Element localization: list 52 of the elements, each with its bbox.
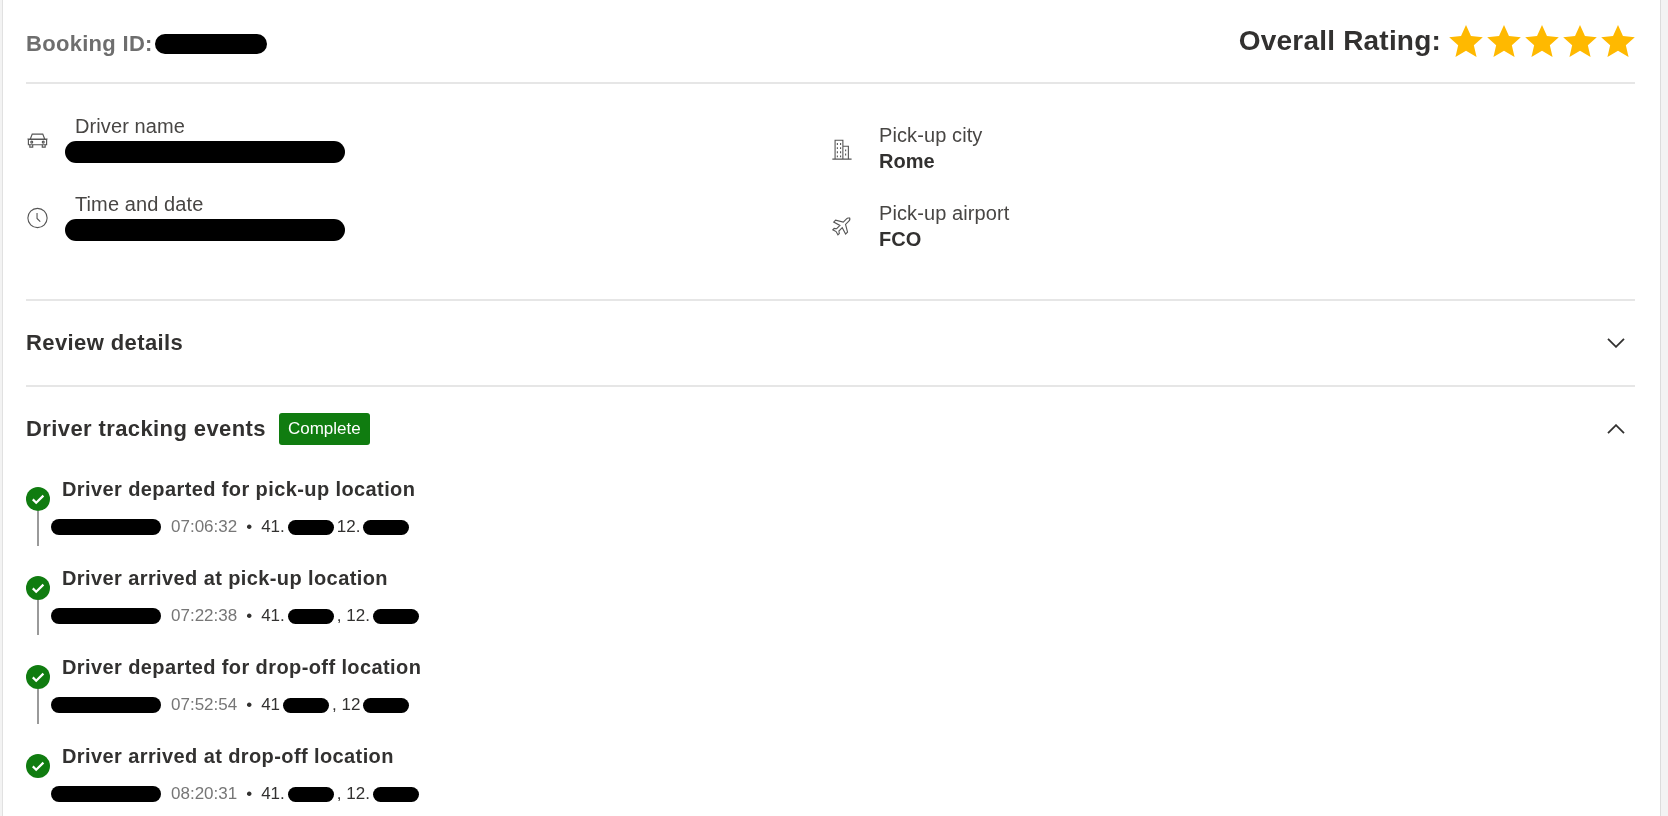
event-time: 07:22:38 [171, 605, 238, 627]
timeline-connector [37, 600, 39, 635]
event-title: Driver departed for pick-up location [62, 477, 416, 502]
separator-dot: • [246, 605, 253, 627]
redaction-mark [363, 697, 410, 713]
detail-label: Time and date [75, 192, 204, 216]
coordinate-text: 41 [261, 694, 281, 716]
separator-dot: • [246, 783, 253, 805]
buildings-icon [830, 138, 853, 160]
star-icon [1563, 25, 1597, 57]
detail-label: Pick-up city [879, 123, 983, 147]
redaction-mark [287, 608, 334, 624]
chevron-down-icon[interactable] [1607, 338, 1625, 348]
star-icon [1601, 25, 1635, 57]
booking-id-label: Booking ID: [26, 30, 153, 58]
section-title: Review details [26, 329, 184, 357]
star-icon [1449, 25, 1483, 57]
detail-value: Rome [879, 149, 935, 174]
section-title: Driver tracking events [26, 415, 266, 443]
timeline-connector [37, 689, 39, 724]
redaction-mark [372, 786, 419, 802]
redaction-mark [287, 786, 334, 802]
detail-value: FCO [879, 227, 922, 252]
redaction-mark [372, 608, 419, 624]
event-time: 08:20:31 [171, 783, 238, 805]
separator-dot: • [246, 694, 253, 716]
airplane-icon [830, 216, 853, 238]
redaction-mark [283, 697, 330, 713]
event-time: 07:52:54 [171, 694, 238, 716]
coordinate-text: , 12 [332, 694, 361, 716]
coordinate-text: , 12. [336, 605, 370, 627]
status-badge: Complete [278, 413, 370, 445]
coordinate-text: 12. [336, 516, 361, 538]
separator-dot: • [246, 516, 253, 538]
event-title: Driver arrived at drop-off location [62, 744, 395, 769]
detail-label: Pick-up airport [879, 201, 1010, 225]
event-title: Driver arrived at pick-up location [62, 566, 389, 591]
coordinate-text: 41. [261, 605, 285, 627]
star-icon [1487, 25, 1521, 57]
event-time: 07:06:32 [171, 516, 238, 538]
coordinate-text: 41. [261, 783, 285, 805]
chevron-up-icon[interactable] [1607, 424, 1625, 434]
coordinate-text: , 12. [336, 783, 370, 805]
redaction-mark [287, 519, 334, 535]
clock-icon [26, 207, 49, 229]
timeline-connector [37, 511, 39, 546]
redaction-mark [363, 519, 410, 535]
event-title: Driver departed for drop-off location [62, 655, 422, 680]
detail-label: Driver name [75, 114, 186, 138]
star-icon [1525, 25, 1559, 57]
rating-label: Overall Rating: [1238, 24, 1441, 58]
coordinate-text: 41. [261, 516, 285, 538]
